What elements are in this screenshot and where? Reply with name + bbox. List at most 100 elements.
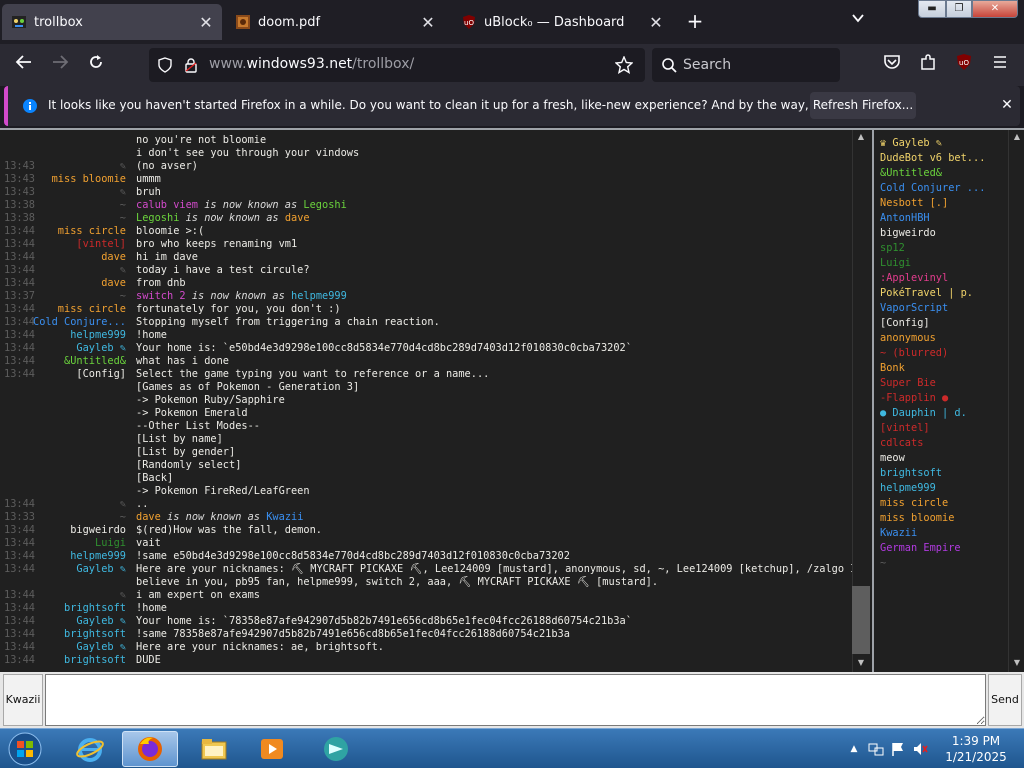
message-nick[interactable]: brightsoft bbox=[18, 602, 126, 615]
message-nick[interactable]: ~ bbox=[18, 212, 126, 225]
message-nick[interactable]: Gayleb ✎ bbox=[18, 342, 126, 355]
message-nick[interactable]: miss circle bbox=[18, 225, 126, 238]
tracking-protection-shield-icon[interactable] bbox=[157, 57, 173, 77]
message-nick[interactable]: Cold Conjure... bbox=[18, 316, 126, 329]
user-list-item[interactable]: &Untitled& bbox=[880, 166, 1008, 181]
extensions-button[interactable] bbox=[916, 53, 940, 77]
taskbar-clock[interactable]: 1:39 PM 1/21/2025 bbox=[936, 733, 1016, 765]
user-list-item[interactable]: Cold Conjurer ... bbox=[880, 181, 1008, 196]
minimize-window-button[interactable]: ▬ bbox=[918, 0, 946, 18]
tab-ublock-dashboard[interactable]: uO uBlock₀ — Dashboard ✕ bbox=[452, 4, 672, 40]
message-nick[interactable]: ✎ bbox=[18, 264, 126, 277]
user-list-item[interactable]: -Flapplin ● bbox=[880, 391, 1008, 406]
close-tab-icon[interactable]: ✕ bbox=[194, 13, 218, 32]
message-nick[interactable]: ✎ bbox=[18, 589, 126, 602]
pocket-button[interactable] bbox=[880, 53, 904, 77]
message-nick[interactable]: &Untitled& bbox=[18, 355, 126, 368]
taskbar-internet-explorer[interactable] bbox=[62, 731, 118, 767]
message-nick[interactable]: miss circle bbox=[18, 303, 126, 316]
user-list-item[interactable]: cdlcats bbox=[880, 436, 1008, 451]
network-icon[interactable] bbox=[868, 741, 884, 757]
user-list-item[interactable]: Kwazii bbox=[880, 526, 1008, 541]
search-bar[interactable]: Search bbox=[652, 48, 840, 82]
user-list-item[interactable]: bigweirdo bbox=[880, 226, 1008, 241]
new-tab-button[interactable]: + bbox=[683, 10, 707, 34]
taskbar-firefox[interactable] bbox=[122, 731, 178, 767]
message-nick[interactable]: Gayleb ✎ bbox=[18, 641, 126, 654]
user-list-item[interactable]: miss circle bbox=[880, 496, 1008, 511]
action-center-flag-icon[interactable] bbox=[890, 741, 906, 757]
address-bar[interactable]: www.windows93.net/trollbox/ bbox=[149, 48, 645, 82]
bookmark-star-icon[interactable] bbox=[614, 55, 634, 78]
user-list-item[interactable]: Luigi bbox=[880, 256, 1008, 271]
reload-button[interactable] bbox=[84, 53, 108, 77]
message-nick[interactable]: [Config] bbox=[18, 368, 126, 381]
user-list-item[interactable]: Bonk bbox=[880, 361, 1008, 376]
refresh-firefox-button[interactable]: Refresh Firefox... bbox=[810, 92, 916, 119]
taskbar-file-explorer[interactable] bbox=[186, 731, 242, 767]
user-list-item[interactable]: helpme999 bbox=[880, 481, 1008, 496]
user-list-item[interactable]: AntonHBH bbox=[880, 211, 1008, 226]
message-nick[interactable]: ✎ bbox=[18, 160, 126, 173]
forward-button[interactable] bbox=[48, 53, 72, 77]
user-list-item[interactable]: ♛ Gayleb ✎ bbox=[880, 136, 1008, 151]
show-hidden-icons-chevron-icon[interactable]: ▲ bbox=[846, 741, 862, 757]
message-nick[interactable]: ~ bbox=[18, 290, 126, 303]
user-list-item[interactable]: [Config] bbox=[880, 316, 1008, 331]
close-tab-icon[interactable]: ✕ bbox=[644, 13, 668, 32]
message-nick[interactable]: helpme999 bbox=[18, 329, 126, 342]
message-nick[interactable]: Luigi bbox=[18, 537, 126, 550]
user-list-item[interactable]: VaporScript bbox=[880, 301, 1008, 316]
message-input[interactable] bbox=[45, 674, 986, 726]
scroll-down-icon[interactable]: ▼ bbox=[1009, 656, 1024, 670]
list-all-tabs-button[interactable] bbox=[846, 10, 870, 34]
scroll-up-icon[interactable]: ▲ bbox=[1009, 130, 1024, 144]
message-nick[interactable]: [vintel] bbox=[18, 238, 126, 251]
nickname-button[interactable]: Kwazii bbox=[3, 674, 43, 726]
message-nick[interactable]: brightsoft bbox=[18, 654, 126, 667]
message-nick[interactable]: ✎ bbox=[18, 186, 126, 199]
user-list-item[interactable]: PokéTravel | p. bbox=[880, 286, 1008, 301]
message-nick[interactable]: miss bloomie bbox=[18, 173, 126, 186]
message-nick[interactable]: ~ bbox=[18, 511, 126, 524]
taskbar-media-player[interactable] bbox=[244, 731, 300, 767]
message-nick[interactable]: Gayleb ✎ bbox=[18, 563, 126, 576]
user-list-item[interactable]: ● Dauphin | d. bbox=[880, 406, 1008, 421]
close-tab-icon[interactable]: ✕ bbox=[416, 13, 440, 32]
user-list-item[interactable]: meow bbox=[880, 451, 1008, 466]
start-button[interactable] bbox=[6, 731, 46, 767]
message-nick[interactable]: dave bbox=[18, 251, 126, 264]
user-list-item[interactable]: anonymous bbox=[880, 331, 1008, 346]
user-list-item[interactable]: :Applevinyl bbox=[880, 271, 1008, 286]
ublock-toolbar-button[interactable]: uO bbox=[952, 53, 976, 77]
message-nick[interactable]: helpme999 bbox=[18, 550, 126, 563]
user-list-item[interactable]: sp12 bbox=[880, 241, 1008, 256]
user-list-item[interactable]: miss bloomie bbox=[880, 511, 1008, 526]
message-nick[interactable]: bigweirdo bbox=[18, 524, 126, 537]
close-notification-button[interactable]: ✕ bbox=[996, 94, 1018, 116]
message-nick[interactable]: brightsoft bbox=[18, 628, 126, 641]
tab-doom-pdf[interactable]: doom.pdf ✕ bbox=[226, 4, 444, 40]
user-list-item[interactable]: DudeBot v6 bet... bbox=[880, 151, 1008, 166]
user-list-scrollbar[interactable]: ▲ ▼ bbox=[1008, 130, 1024, 672]
tab-trollbox[interactable]: trollbox ✕ bbox=[2, 4, 222, 40]
user-list-item[interactable]: German Empire bbox=[880, 541, 1008, 556]
close-window-button[interactable]: ✕ bbox=[972, 0, 1018, 18]
back-button[interactable] bbox=[12, 53, 36, 77]
maximize-window-button[interactable]: ❐ bbox=[946, 0, 972, 18]
message-nick[interactable]: dave bbox=[18, 277, 126, 290]
message-nick[interactable]: Gayleb ✎ bbox=[18, 615, 126, 628]
user-list-item[interactable]: Nesbott [.] bbox=[880, 196, 1008, 211]
user-list-item[interactable]: brightsoft bbox=[880, 466, 1008, 481]
scroll-down-icon[interactable]: ▼ bbox=[853, 656, 869, 670]
message-nick[interactable]: ✎ bbox=[18, 498, 126, 511]
user-list-item[interactable]: [vintel] bbox=[880, 421, 1008, 436]
app-menu-button[interactable] bbox=[988, 53, 1012, 77]
send-button[interactable]: Send bbox=[988, 674, 1022, 726]
user-list-item[interactable]: Super Bie bbox=[880, 376, 1008, 391]
lock-icon[interactable] bbox=[183, 57, 199, 77]
message-nick[interactable]: ~ bbox=[18, 199, 126, 212]
user-list-item[interactable]: ~ bbox=[880, 556, 1008, 571]
taskbar-chat-app[interactable] bbox=[308, 731, 364, 767]
user-list-item[interactable]: ~ (blurred) bbox=[880, 346, 1008, 361]
